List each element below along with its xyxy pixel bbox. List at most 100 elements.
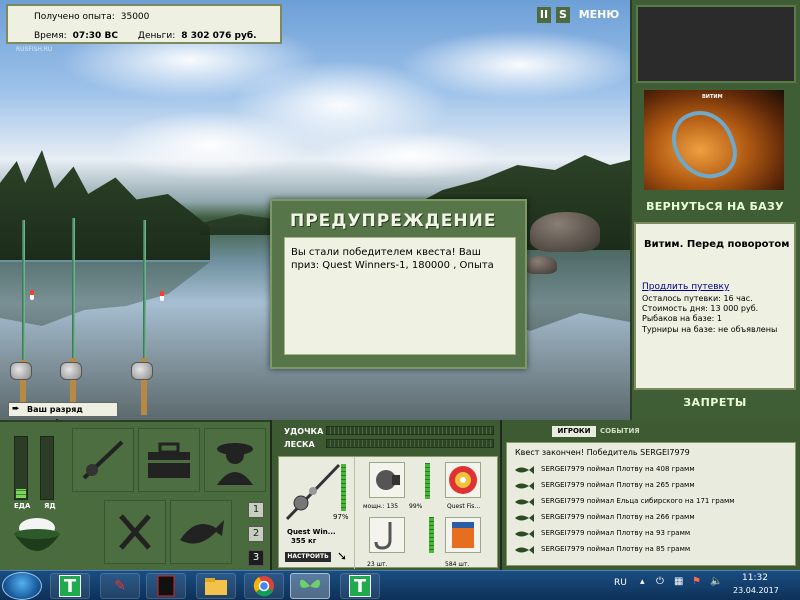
day-cost: Стоимость дня: 13 000 руб. (642, 304, 759, 313)
food-label: ЕДА (14, 502, 31, 510)
tab-events[interactable]: СОБЫТИЯ (600, 426, 640, 437)
rod-bar-label: УДОЧКА (284, 427, 324, 436)
fish-icon (515, 498, 534, 506)
reel-icon (376, 470, 400, 490)
food-meter (14, 436, 28, 500)
slot-page-2-button[interactable]: 2 (248, 526, 264, 542)
tackle-box-icon (148, 442, 190, 478)
tab-players[interactable]: ИГРОКИ (552, 426, 596, 437)
right-info-screen (636, 5, 796, 83)
kitchen-slot[interactable] (104, 500, 166, 564)
angler-slot[interactable] (204, 428, 266, 492)
fork-knife-icon (119, 514, 151, 550)
taskbar-app-klev[interactable] (146, 573, 186, 599)
dialog-title: ПРЕДУПРЕЖДЕНИЕ (290, 211, 497, 231)
taskbar-app-chrome[interactable] (244, 573, 284, 599)
event-feed: Квест закончен! Победитель SERGEI7979 SE… (506, 442, 796, 566)
location-image[interactable]: ВИТИМ (644, 90, 784, 190)
return-to-base-button[interactable]: ВЕРНУТЬСЯ НА БАЗУ (636, 200, 794, 213)
rank-up-toast: ➨ Ваш разряд вырос! (8, 402, 118, 427)
s-button[interactable]: S (556, 7, 570, 23)
hook-slot[interactable] (369, 517, 405, 553)
poison-meter (40, 436, 54, 500)
tray-power-icon[interactable]: ⏻ (656, 576, 664, 587)
event-text: SERGEI7979 поймал Ельца сибирского на 17… (541, 497, 735, 505)
rod-slot[interactable]: 97% Quest Win... 355 кг НАСТРОИТЬ ➘ (279, 457, 355, 569)
reel-1 (10, 362, 32, 380)
tackle-box-slot[interactable] (138, 428, 200, 492)
rod-condition-bar (341, 464, 346, 511)
event-row: SERGEI7979 поймал Плотву на 85 грамм (511, 543, 793, 557)
language-indicator[interactable]: RU (614, 578, 627, 588)
location-info-box: Витим. Перед поворотом Продлить путевку … (634, 222, 796, 390)
event-row: SERGEI7979 поймал Плотву на 266 грамм (511, 511, 793, 525)
location-title: Витим. Перед поворотом (644, 239, 790, 250)
rod-2[interactable] (72, 218, 75, 368)
bans-button[interactable]: ЗАПРЕТЫ (636, 396, 794, 409)
fishing-rod-icon (82, 440, 124, 480)
clock-date[interactable]: 23.04.2017 (733, 586, 779, 595)
clock-time[interactable]: 11:32 (742, 573, 768, 583)
tray-flag-icon[interactable]: ⚑ (692, 576, 701, 587)
warning-dialog: ПРЕДУПРЕЖДЕНИЕ Вы стали победителем квес… (270, 199, 527, 369)
line-bar-label: ЛЕСКА (284, 440, 315, 449)
tray-network-icon[interactable]: ▦ (674, 576, 683, 587)
watermark: RUSFISH.RU (16, 46, 53, 53)
arrow-right-icon: ➨ (12, 404, 20, 414)
event-text: SERGEI7979 поймал Плотву на 265 грамм (541, 481, 695, 489)
rod-max-weight: 355 кг (291, 537, 317, 545)
bait-slot[interactable] (445, 517, 481, 553)
event-row: SERGEI7979 поймал Плотву на 265 грамм (511, 479, 793, 493)
time-label: Время: (34, 31, 67, 41)
float-1 (30, 290, 34, 300)
bait-can-icon (452, 522, 474, 548)
fish-cage-slot[interactable] (170, 500, 232, 564)
taskbar-app-fishing[interactable]: ✎ (100, 573, 140, 599)
tray-volume-icon[interactable]: 🔈 (710, 576, 722, 587)
menu-button[interactable]: МЕНЮ (578, 7, 620, 23)
angler-icon (217, 443, 253, 485)
fishing-line-spool-icon (449, 466, 477, 494)
extend-pass-link[interactable]: Продлить путевку (642, 282, 729, 292)
time-value: 07:30 ВС (72, 31, 118, 41)
event-text: SERGEI7979 поймал Плотву на 266 грамм (541, 513, 695, 521)
dialog-message: Вы стали победителем квеста! Ваш приз: Q… (284, 237, 516, 355)
taskbar-app-game[interactable] (290, 573, 330, 599)
fish-icon (180, 520, 224, 544)
rods-slot[interactable] (72, 428, 134, 492)
rod-3[interactable] (143, 220, 146, 370)
klev-app-icon (157, 575, 175, 597)
taskbar-app-t-2[interactable]: T (340, 573, 380, 599)
rod-tension-bar (326, 426, 494, 435)
taskbar-app-t-1[interactable]: T (50, 573, 90, 599)
event-text: SERGEI7979 поймал Плотву на 85 грамм (541, 545, 691, 553)
t-app-icon: T (59, 575, 81, 597)
pause-button[interactable]: II (537, 7, 551, 23)
arrow-down-right-icon: ➘ (337, 549, 348, 563)
pass-remaining: Осталось путевки: 16 час. (642, 294, 753, 303)
butterfly-icon (300, 579, 320, 588)
food-meter-fill (16, 488, 26, 498)
bait-count: 584 шт. (445, 561, 470, 568)
fishing-app-icon: ✎ (114, 578, 126, 594)
bait-level-bar (429, 517, 434, 553)
experience-label: Получено опыта: (34, 12, 115, 22)
poison-label: ЯД (44, 502, 56, 510)
line-slot[interactable] (445, 462, 481, 498)
rod-1[interactable] (22, 220, 25, 370)
slot-page-3-button[interactable]: 3 (248, 550, 264, 566)
slot-page-1-button[interactable]: 1 (248, 502, 264, 518)
reel-slot[interactable] (369, 462, 405, 498)
dialog-message-text: Вы стали победителем квеста! Ваш приз: Q… (291, 247, 494, 271)
start-button[interactable] (2, 572, 42, 600)
t-app-icon: T (349, 575, 371, 597)
taskbar-app-explorer[interactable] (196, 573, 236, 599)
fish-icon (515, 546, 534, 554)
chrome-icon (253, 576, 274, 597)
cauldron-icon[interactable] (8, 512, 66, 564)
fish-icon (515, 514, 534, 522)
tray-expand-icon[interactable]: ▴ (640, 577, 645, 587)
setup-button[interactable]: НАСТРОИТЬ (285, 552, 331, 562)
fish-icon (515, 482, 534, 490)
event-row: SERGEI7979 поймал Ельца сибирского на 17… (511, 495, 793, 509)
